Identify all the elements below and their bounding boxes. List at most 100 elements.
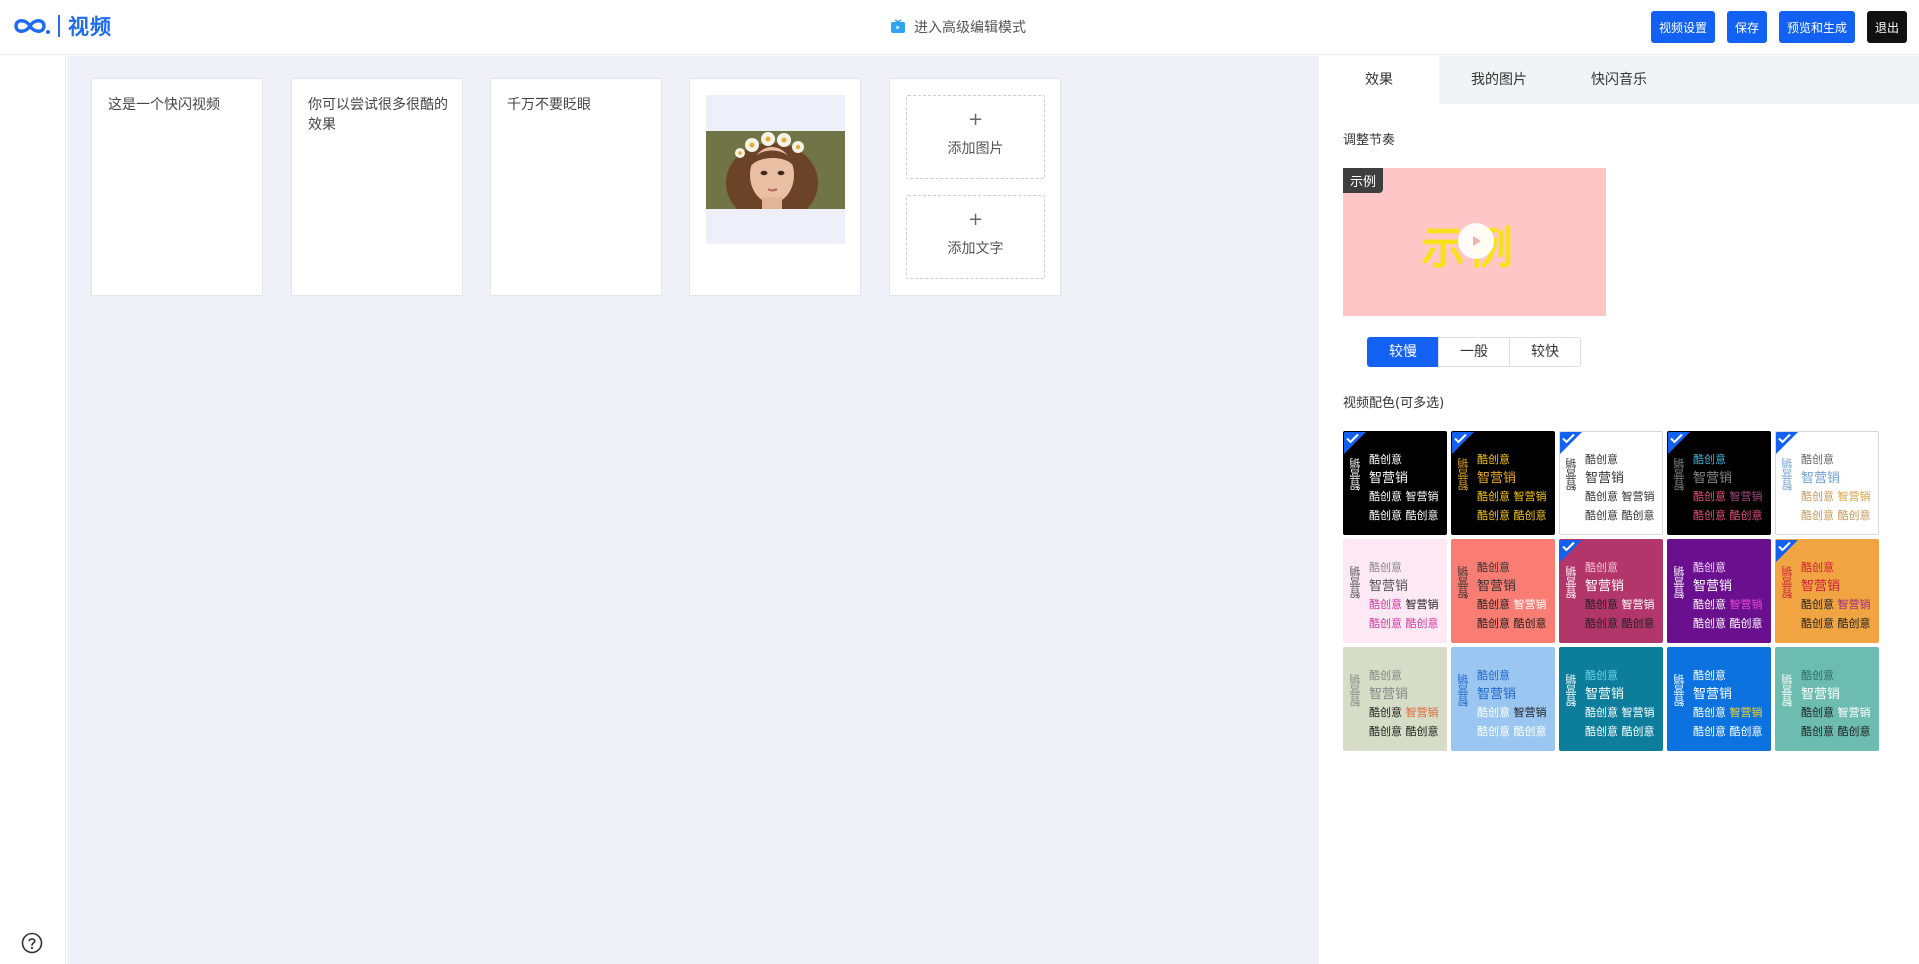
palette-line-2: 智营销 [1693, 471, 1733, 486]
palette-line-1: 酷创意 [1369, 561, 1402, 574]
left-rail [0, 56, 66, 964]
palette-line-2: 智营销 [1369, 471, 1409, 486]
palette-line-4: 酷创意 酷创意 [1369, 723, 1439, 739]
add-card: + 添加图片 + 添加文字 [889, 78, 1061, 296]
palette-word: 智营销 [1510, 490, 1547, 503]
palette-tile[interactable]: 智营销 酷创意 智营销 酷创意 智营销 酷创意 酷创意 [1775, 431, 1879, 535]
palette-word: 酷创意 [1510, 725, 1547, 738]
text-card[interactable]: 这是一个快闪视频 [91, 78, 263, 296]
speed-normal-option[interactable]: 一般 [1438, 337, 1510, 367]
palette-tile[interactable]: 智营销 酷创意 智营销 酷创意 智营销 酷创意 酷创意 [1667, 647, 1771, 751]
palette-tile[interactable]: 智营销 酷创意 智营销 酷创意 智营销 酷创意 酷创意 [1559, 539, 1663, 643]
palette-tile[interactable]: 智营销 酷创意 智营销 酷创意 智营销 酷创意 酷创意 [1667, 539, 1771, 643]
exit-button[interactable]: 退出 [1866, 11, 1907, 43]
palette-vertical-text: 智营销 [1349, 674, 1362, 707]
checkmark-icon [1562, 433, 1575, 444]
palette-line-1: 酷创意 [1585, 561, 1618, 574]
palette-word: 智营销 [1618, 598, 1655, 611]
speed-slow-option[interactable]: 较慢 [1367, 337, 1439, 367]
palette-word: 酷创意 [1726, 617, 1763, 630]
palette-line-1: 酷创意 [1585, 453, 1618, 466]
palette-word: 智营销 [1726, 490, 1763, 503]
palette-word: 酷创意 [1618, 725, 1655, 738]
palette-word: 智营销 [1510, 598, 1547, 611]
palette-line-3: 酷创意 智营销 [1801, 488, 1871, 504]
app-logo[interactable]: 视频 [12, 12, 112, 40]
palette-word: 酷创意 [1693, 617, 1726, 630]
palette-line-2: 智营销 [1801, 579, 1841, 594]
palette-tile[interactable]: 智营销 酷创意 智营销 酷创意 智营销 酷创意 酷创意 [1775, 539, 1879, 643]
save-button[interactable]: 保存 [1726, 11, 1767, 43]
palette-line-3: 酷创意 智营销 [1693, 704, 1763, 720]
palette-tile[interactable]: 智营销 酷创意 智营销 酷创意 智营销 酷创意 酷创意 [1343, 431, 1447, 535]
add-text-button[interactable]: + 添加文字 [906, 195, 1045, 279]
video-settings-button[interactable]: 视频设置 [1650, 11, 1715, 43]
checkmark-icon [1778, 541, 1791, 552]
checkmark-icon [1778, 433, 1791, 444]
palette-word: 酷创意 [1369, 509, 1402, 522]
palette-line-3: 酷创意 智营销 [1369, 488, 1439, 504]
palette-tile[interactable]: 智营销 酷创意 智营销 酷创意 智营销 酷创意 酷创意 [1451, 539, 1555, 643]
text-card[interactable]: 你可以尝试很多很酷的效果 [291, 78, 463, 296]
help-icon[interactable] [21, 932, 43, 954]
palette-tile[interactable]: 智营销 酷创意 智营销 酷创意 智营销 酷创意 酷创意 [1343, 647, 1447, 751]
palette-line-2: 智营销 [1693, 579, 1733, 594]
demo-preview[interactable]: 示例 示例 [1343, 168, 1606, 316]
palette-tile[interactable]: 智营销 酷创意 智营销 酷创意 智营销 酷创意 酷创意 [1343, 539, 1447, 643]
palette-word: 酷创意 [1477, 706, 1510, 719]
palette-word: 酷创意 [1369, 617, 1402, 630]
palette-line-4: 酷创意 酷创意 [1693, 507, 1763, 523]
palette-line-4: 酷创意 酷创意 [1801, 723, 1871, 739]
palette-line-2: 智营销 [1585, 579, 1625, 594]
palette-line-4: 酷创意 酷创意 [1369, 507, 1439, 523]
palette-tile[interactable]: 智营销 酷创意 智营销 酷创意 智营销 酷创意 酷创意 [1451, 431, 1555, 535]
palette-vertical-text: 智营销 [1565, 674, 1578, 707]
palette-line-1: 酷创意 [1801, 669, 1834, 682]
palette-line-4: 酷创意 酷创意 [1693, 615, 1763, 631]
speed-fast-option[interactable]: 较快 [1509, 337, 1581, 367]
palette-tile[interactable]: 智营销 酷创意 智营销 酷创意 智营销 酷创意 酷创意 [1559, 647, 1663, 751]
palette-line-3: 酷创意 智营销 [1585, 596, 1655, 612]
tab-flash-music[interactable]: 快闪音乐 [1559, 56, 1679, 104]
infinity-logo-icon [14, 19, 50, 34]
checkmark-icon [1562, 541, 1575, 552]
palette-line-2: 智营销 [1477, 471, 1517, 486]
advanced-edit-mode-link[interactable]: 进入高级编辑模式 [890, 16, 1026, 38]
palette-tile[interactable]: 智营销 酷创意 智营销 酷创意 智营销 酷创意 酷创意 [1775, 647, 1879, 751]
card-text: 这是一个快闪视频 [108, 97, 220, 113]
palette-word: 酷创意 [1369, 490, 1402, 503]
palette-tile[interactable]: 智营销 酷创意 智营销 酷创意 智营销 酷创意 酷创意 [1451, 647, 1555, 751]
card-text: 你可以尝试很多很酷的效果 [308, 97, 448, 133]
palette-line-2: 智营销 [1693, 687, 1733, 702]
palette-line-1: 酷创意 [1693, 669, 1726, 682]
speed-selector: 较慢 一般 较快 [1367, 337, 1581, 367]
palette-word: 酷创意 [1693, 725, 1726, 738]
checkmark-icon [1346, 433, 1359, 444]
add-image-button[interactable]: + 添加图片 [906, 95, 1045, 179]
tab-effects[interactable]: 效果 [1319, 56, 1439, 104]
checkmark-icon [1670, 433, 1683, 444]
image-card[interactable] [689, 78, 861, 296]
palette-word: 酷创意 [1510, 617, 1547, 630]
plus-icon: + [967, 209, 984, 230]
palette-line-1: 酷创意 [1801, 561, 1834, 574]
palette-line-4: 酷创意 酷创意 [1477, 507, 1547, 523]
palette-tile[interactable]: 智营销 酷创意 智营销 酷创意 智营销 酷创意 酷创意 [1667, 431, 1771, 535]
palette-tile[interactable]: 智营销 酷创意 智营销 酷创意 智营销 酷创意 酷创意 [1559, 431, 1663, 535]
card-image-frame [706, 95, 845, 244]
rhythm-label: 调整节奏 [1343, 133, 1396, 148]
palette-word: 酷创意 [1477, 509, 1510, 522]
palette-word: 酷创意 [1585, 617, 1618, 630]
palette-line-1: 酷创意 [1801, 453, 1834, 466]
palette-line-1: 酷创意 [1477, 453, 1510, 466]
palette-line-1: 酷创意 [1477, 669, 1510, 682]
play-icon[interactable] [1458, 223, 1494, 259]
palette-vertical-text: 智营销 [1457, 458, 1470, 491]
palette-word: 酷创意 [1585, 706, 1618, 719]
checkmark-icon [1454, 433, 1467, 444]
preview-generate-button[interactable]: 预览和生成 [1778, 11, 1855, 43]
text-card[interactable]: 千万不要眨眼 [490, 78, 662, 296]
palette-word: 酷创意 [1369, 725, 1402, 738]
palette-line-2: 智营销 [1585, 687, 1625, 702]
tab-my-images[interactable]: 我的图片 [1439, 56, 1559, 104]
